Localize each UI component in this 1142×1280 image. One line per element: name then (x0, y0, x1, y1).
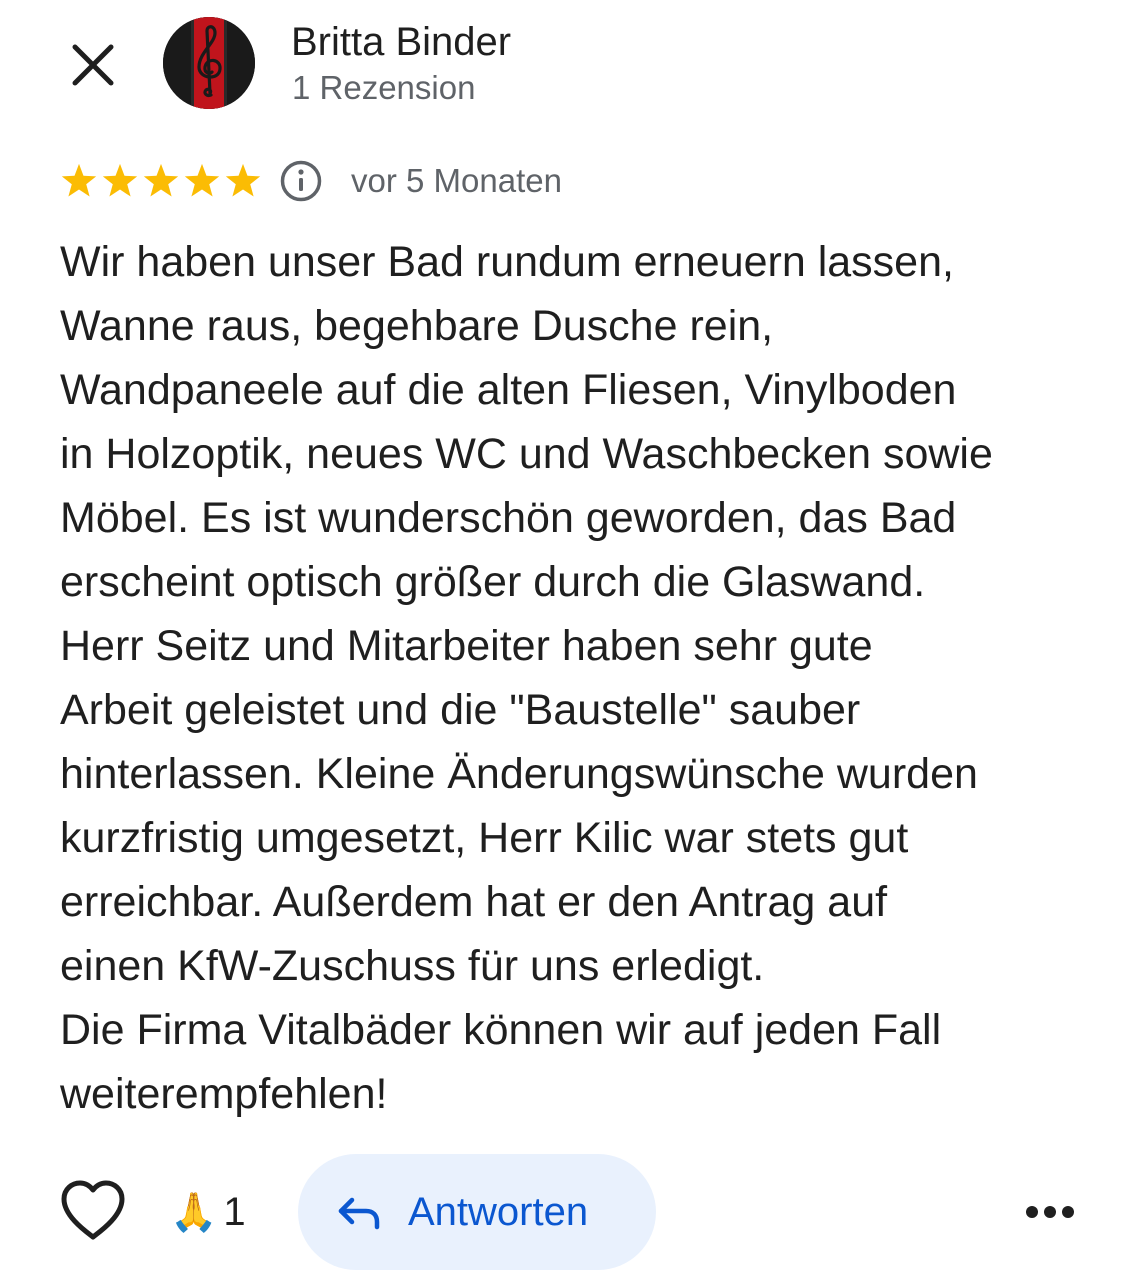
more-horizontal-icon (1026, 1206, 1074, 1218)
star-icon (184, 163, 220, 197)
star-rating (60, 162, 265, 200)
more-options-button[interactable] (1018, 1192, 1082, 1232)
star-icon (102, 163, 138, 197)
action-row: 🙏 1 Antworten (0, 1152, 1142, 1272)
heart-outline-icon (61, 1180, 125, 1240)
star-icon (143, 163, 179, 197)
reply-button[interactable]: Antworten (298, 1154, 656, 1270)
reply-arrow-icon (338, 1197, 380, 1230)
reviewer-review-count: 1 Rezension (292, 69, 476, 106)
reaction-count: 1 (223, 1190, 246, 1234)
review-text: Wir haben unser Bad rundum erneuern lass… (60, 238, 993, 1118)
reviewer-name[interactable]: Britta Binder (291, 18, 511, 66)
reaction-button[interactable]: 🙏 1 (170, 1188, 246, 1236)
folded-hands-icon: 🙏 (170, 1190, 218, 1234)
star-icon (225, 163, 261, 197)
star-icon (61, 163, 97, 197)
close-button[interactable] (62, 34, 124, 96)
rating-row: vor 5 Monaten (60, 156, 562, 206)
like-button[interactable] (58, 1179, 128, 1243)
info-icon[interactable] (279, 159, 323, 203)
review-date: vor 5 Monaten (351, 162, 562, 199)
close-icon (72, 44, 114, 86)
reply-label: Antworten (408, 1189, 589, 1234)
treble-clef-icon (163, 17, 255, 109)
avatar[interactable] (163, 17, 255, 109)
